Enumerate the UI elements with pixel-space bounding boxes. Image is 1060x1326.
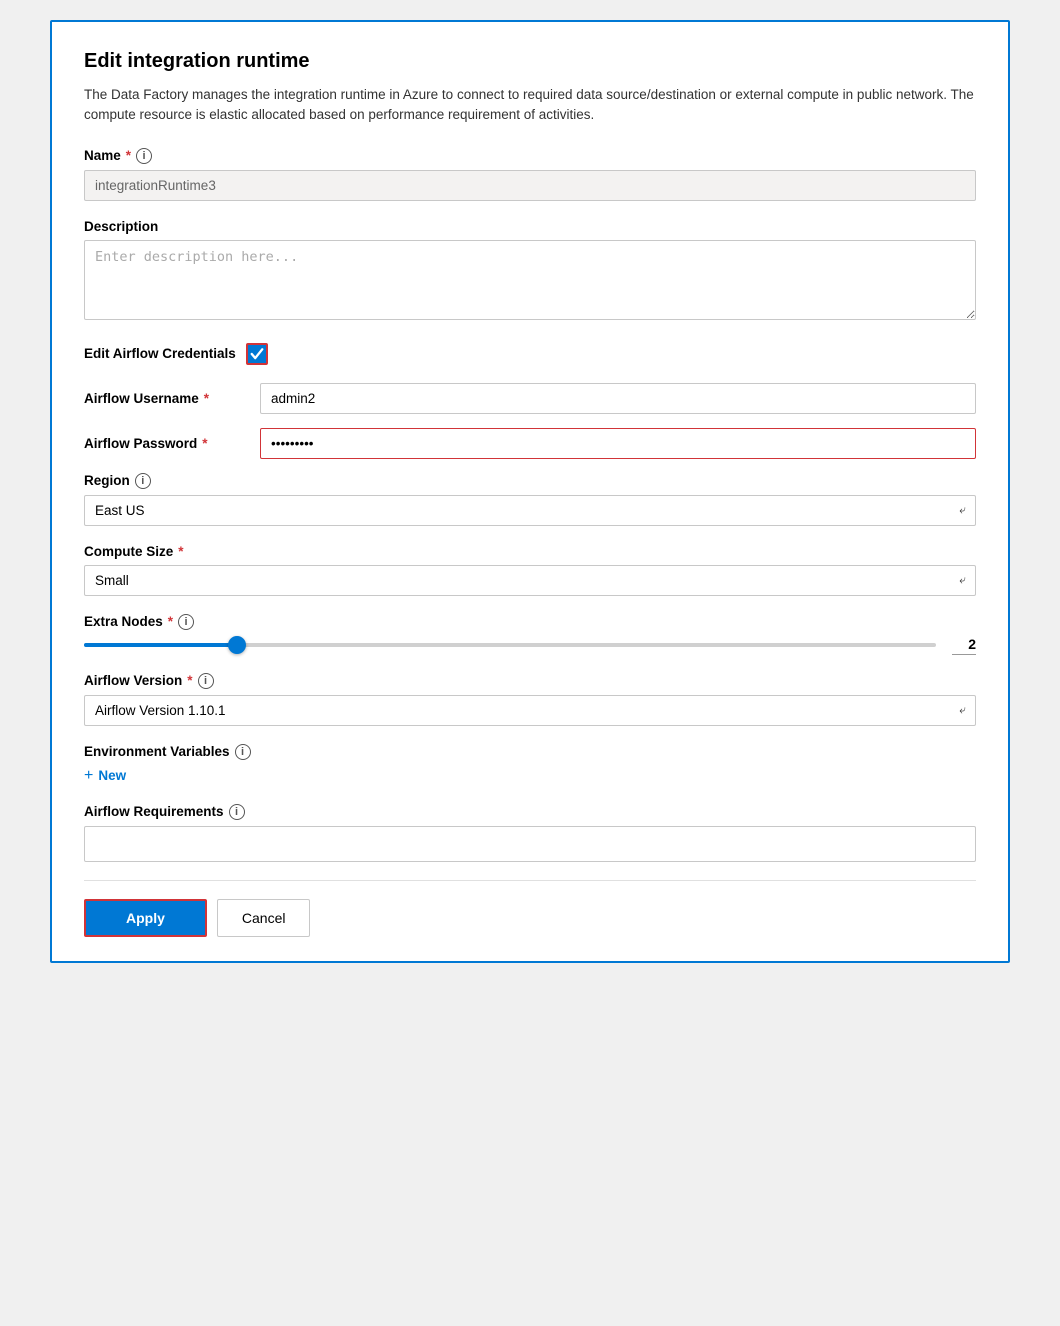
region-label: Region i [84, 473, 976, 489]
description-label: Description [84, 219, 976, 234]
apply-button[interactable]: Apply [84, 899, 207, 937]
plus-icon: + [84, 768, 93, 784]
edit-airflow-credentials-label: Edit Airflow Credentials [84, 346, 236, 361]
airflow-password-input[interactable] [260, 428, 976, 459]
name-required-star: * [126, 148, 131, 163]
compute-size-field-group: Compute Size * Small Medium Large ⤶ [84, 544, 976, 596]
password-required-star: * [202, 436, 207, 451]
description-textarea[interactable] [84, 240, 976, 320]
name-field-group: Name * i [84, 148, 976, 201]
airflow-version-required-star: * [187, 673, 192, 688]
airflow-username-label: Airflow Username * [84, 391, 244, 406]
environment-variables-label: Environment Variables i [84, 744, 976, 760]
airflow-version-field-group: Airflow Version * i Airflow Version 1.10… [84, 673, 976, 726]
environment-variables-field-group: Environment Variables i + New [84, 744, 976, 786]
panel-description: The Data Factory manages the integration… [84, 85, 976, 126]
airflow-requirements-field-group: Airflow Requirements i [84, 804, 976, 862]
compute-size-label: Compute Size * [84, 544, 976, 559]
extra-nodes-info-icon[interactable]: i [178, 614, 194, 630]
footer-bar: Apply Cancel [84, 880, 976, 937]
extra-nodes-label: Extra Nodes * i [84, 614, 976, 630]
compute-size-select[interactable]: Small Medium Large [84, 565, 976, 596]
airflow-username-field-group: Airflow Username * [84, 383, 976, 414]
slider-thumb[interactable] [228, 636, 246, 654]
name-input[interactable] [84, 170, 976, 201]
edit-airflow-credentials-row: Edit Airflow Credentials [84, 343, 976, 365]
airflow-version-select-wrapper: Airflow Version 1.10.1 Airflow Version 2… [84, 695, 976, 726]
slider-fill [84, 643, 237, 647]
compute-size-select-wrapper: Small Medium Large ⤶ [84, 565, 976, 596]
region-info-icon[interactable]: i [135, 473, 151, 489]
env-vars-info-icon[interactable]: i [235, 744, 251, 760]
name-label: Name * i [84, 148, 976, 164]
extra-nodes-field-group: Extra Nodes * i 2 [84, 614, 976, 655]
edit-airflow-credentials-checkbox[interactable] [246, 343, 268, 365]
username-required-star: * [204, 391, 209, 406]
airflow-password-field-group: Airflow Password * [84, 428, 976, 459]
airflow-version-info-icon[interactable]: i [198, 673, 214, 689]
new-env-var-button[interactable]: + New [84, 766, 126, 786]
region-select[interactable]: East US West US West Europe Southeast As… [84, 495, 976, 526]
extra-nodes-slider-track[interactable] [84, 643, 936, 647]
airflow-version-label: Airflow Version * i [84, 673, 976, 689]
compute-size-required-star: * [178, 544, 183, 559]
airflow-version-select[interactable]: Airflow Version 1.10.1 Airflow Version 2… [84, 695, 976, 726]
extra-nodes-value: 2 [952, 636, 976, 655]
checkmark-icon [250, 347, 264, 361]
edit-integration-runtime-panel: Edit integration runtime The Data Factor… [50, 20, 1010, 963]
cancel-button[interactable]: Cancel [217, 899, 311, 937]
new-button-label: New [98, 768, 126, 783]
extra-nodes-required-star: * [168, 614, 173, 629]
airflow-requirements-label: Airflow Requirements i [84, 804, 976, 820]
panel-title: Edit integration runtime [84, 50, 976, 73]
region-field-group: Region i East US West US West Europe Sou… [84, 473, 976, 526]
airflow-username-input[interactable] [260, 383, 976, 414]
description-field-group: Description [84, 219, 976, 325]
region-select-wrapper: East US West US West Europe Southeast As… [84, 495, 976, 526]
airflow-password-label: Airflow Password * [84, 436, 244, 451]
airflow-requirements-input[interactable] [84, 826, 976, 862]
name-info-icon[interactable]: i [136, 148, 152, 164]
extra-nodes-slider-row: 2 [84, 636, 976, 655]
airflow-req-info-icon[interactable]: i [229, 804, 245, 820]
